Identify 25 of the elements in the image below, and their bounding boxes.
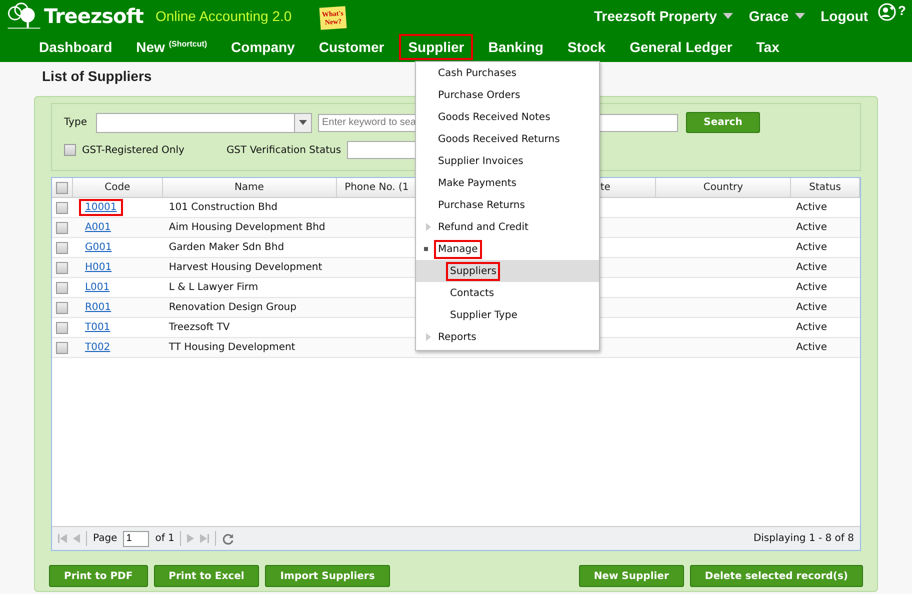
table-cell-text: Active — [795, 261, 828, 275]
gst-status-label: GST Verification Status — [226, 144, 342, 156]
table-cell-text: Harvest Housing Development — [168, 261, 324, 275]
page-title: List of Suppliers — [42, 68, 152, 84]
display-count: Displaying 1 - 8 of 8 — [753, 533, 854, 544]
table-cell-text: Treezsoft TV — [168, 321, 231, 335]
table-cell-text: 101 Construction Bhd — [168, 201, 279, 215]
table-cell-text: Renovation Design Group — [168, 301, 298, 315]
table-cell-text: Active — [795, 341, 828, 355]
table-cell-text: Active — [795, 241, 828, 255]
table-cell-text: Garden Maker Sdn Bhd — [168, 241, 286, 255]
table-cell-text: L & L Lawyer Firm — [168, 281, 260, 295]
table-cell-text: Aim Housing Development Bhd — [168, 221, 326, 235]
table-cell-text: TT Housing Development — [168, 341, 296, 355]
table-cell-text: Active — [795, 201, 828, 215]
page-count: of 1 — [155, 533, 174, 544]
table-cell-text: Active — [795, 321, 828, 335]
brand-name: Treezsoft — [44, 4, 144, 28]
page-label: Page — [93, 533, 118, 544]
product-tagline: Online Accounting 2.0 — [155, 8, 292, 24]
table-cell-text: Active — [795, 281, 828, 295]
checkbox-label: GST-Registered Only — [82, 144, 184, 156]
table-cell-text: Active — [795, 221, 828, 235]
table-cell-text: Active — [795, 301, 828, 315]
type-label: Type — [64, 117, 88, 128]
